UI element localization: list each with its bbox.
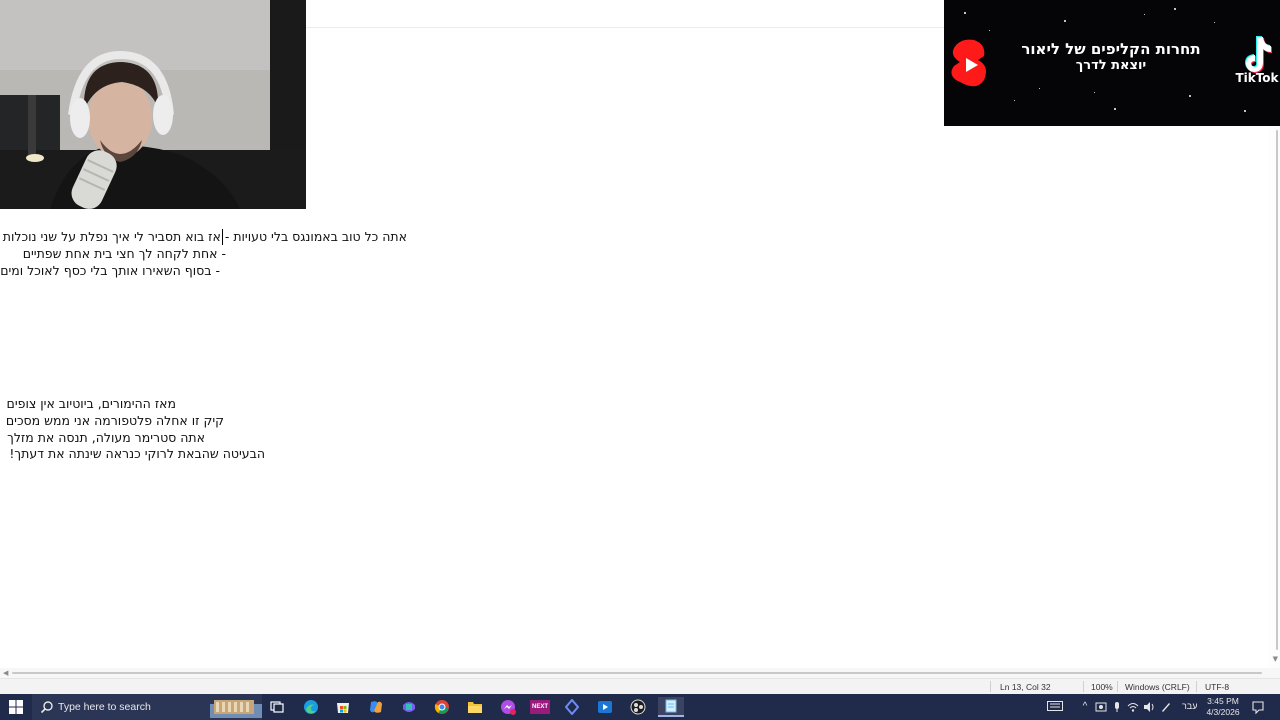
file-explorer-icon[interactable]: [464, 697, 486, 717]
star: [1064, 20, 1066, 22]
microsoft-365-icon[interactable]: [398, 697, 420, 717]
messenger-icon[interactable]: [497, 697, 519, 717]
chrome-icon[interactable]: [431, 697, 453, 717]
promo-banner: תחרות הקליפים של ליאור יוצאת לדרך TikTok: [944, 0, 1280, 126]
star: [1114, 108, 1116, 110]
text-line[interactable]: הבעיטה שהבאת לרוקי כנראה שינתה את דעתך!: [0, 446, 265, 462]
star: [1094, 92, 1095, 93]
copilot-icon[interactable]: [365, 697, 387, 717]
star: [1214, 22, 1215, 23]
star: [1039, 88, 1040, 89]
pen-icon[interactable]: [1160, 701, 1172, 713]
media-player-icon[interactable]: [594, 697, 616, 717]
banner-subtitle: יוצאת לדרך: [1075, 58, 1147, 73]
cursor-position: Ln 13, Col 32: [1000, 682, 1051, 692]
search-icon: [40, 701, 53, 714]
star: [964, 12, 966, 14]
tab-bar-strip: [306, 0, 944, 28]
status-separator: [990, 681, 991, 692]
windows-logo-icon: [9, 700, 23, 714]
banner-title: תחרות הקליפים של ליאור: [1021, 40, 1201, 58]
touch-keyboard-icon[interactable]: [1047, 701, 1063, 713]
proton-vpn-icon[interactable]: [561, 697, 583, 717]
scroll-left-arrow-icon[interactable]: ◀: [3, 668, 8, 678]
input-language[interactable]: עבר: [1182, 701, 1197, 711]
scroll-down-arrow-icon[interactable]: ▼: [1273, 655, 1278, 663]
text-line[interactable]: מאז ההימורים, ביוטיוב אין צופים: [0, 396, 176, 412]
star: [1174, 8, 1176, 10]
task-view-icon[interactable]: [266, 697, 288, 717]
text-line[interactable]: - אחת לקחה לך חצי בית אחת שפתיים: [0, 246, 226, 262]
zoom-level[interactable]: 100%: [1091, 682, 1113, 692]
next-app-icon[interactable]: NEXT: [529, 697, 551, 717]
horizontal-scrollbar[interactable]: ◀: [0, 668, 1280, 678]
encoding[interactable]: UTF-8: [1205, 682, 1229, 692]
notepad-icon[interactable]: [658, 697, 684, 717]
edge-icon[interactable]: [300, 697, 322, 717]
webcam-overlay: [0, 0, 306, 209]
network-icon[interactable]: [1127, 701, 1139, 713]
text-line[interactable]: קיק זו אחלה פלטפורמה אני ממש מסכים: [0, 413, 224, 429]
volume-icon[interactable]: [1143, 701, 1155, 713]
star: [1144, 14, 1145, 15]
search-highlight-image: [210, 700, 262, 718]
tiktok-label: TikTok: [1235, 71, 1279, 85]
star: [1189, 95, 1191, 97]
start-button[interactable]: [0, 694, 32, 720]
next-app-label: NEXT: [530, 700, 550, 714]
status-separator: [1117, 681, 1118, 692]
text-line[interactable]: אתה סטרימר מעולה, תנסה את מזלך: [0, 430, 205, 446]
text-caret: [222, 229, 223, 245]
status-bar: Ln 13, Col 32 100% Windows (CRLF) UTF-8: [0, 678, 1280, 694]
notifications-icon[interactable]: [1250, 699, 1266, 715]
horizontal-scroll-thumb[interactable]: [12, 672, 1262, 674]
meet-now-icon[interactable]: [1095, 701, 1107, 713]
clock-time[interactable]: 3:45 PM: [1200, 696, 1246, 706]
microphone-icon[interactable]: [1111, 701, 1123, 713]
star: [1014, 100, 1015, 101]
vertical-scroll-thumb[interactable]: [1276, 130, 1278, 650]
microsoft-store-icon[interactable]: [332, 697, 354, 717]
taskbar-search-box[interactable]: Type here to search: [32, 694, 262, 720]
status-separator: [1083, 681, 1084, 692]
youtube-shorts-icon: [951, 39, 986, 87]
obs-icon[interactable]: [627, 697, 649, 717]
show-hidden-icons-icon[interactable]: ^: [1079, 701, 1091, 713]
windows-taskbar: Type here to search NEXT ^ עבר 3:45 PM 4…: [0, 694, 1280, 720]
clock-date[interactable]: 4/3/2026: [1200, 707, 1246, 717]
text-line[interactable]: אתה כל טוב באמונגס בלי טעויות - אז בוא ת…: [0, 229, 407, 245]
star: [1244, 110, 1246, 112]
star: [989, 30, 990, 31]
text-line[interactable]: - בסוף השאירו אותך בלי כסף לאוכל ומים: [0, 263, 220, 279]
search-placeholder: Type here to search: [58, 701, 151, 713]
status-separator: [1196, 681, 1197, 692]
line-ending[interactable]: Windows (CRLF): [1125, 682, 1190, 692]
